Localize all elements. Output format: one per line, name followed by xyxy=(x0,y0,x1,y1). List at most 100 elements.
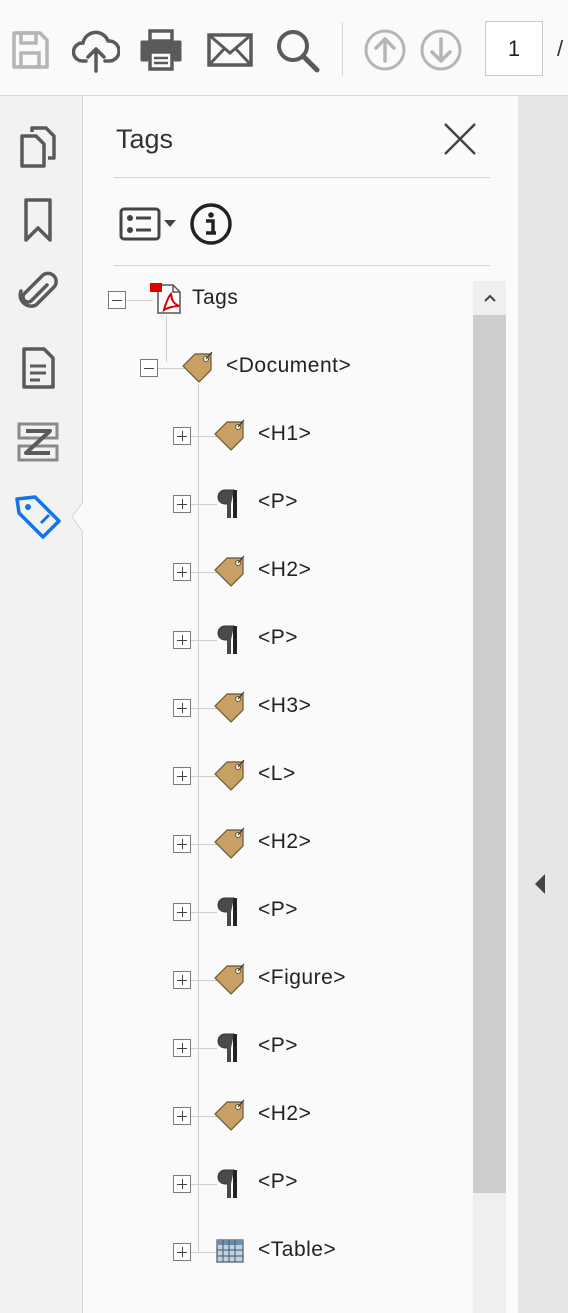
tree-node[interactable]: <H1> xyxy=(83,416,473,456)
order-icon xyxy=(17,422,59,462)
tag-icon xyxy=(181,350,215,384)
tree-node-root[interactable]: Tags xyxy=(83,280,473,320)
tree-node-label: <P> xyxy=(258,1034,299,1057)
expand-toggle[interactable] xyxy=(173,835,191,853)
tree-node[interactable]: <P> xyxy=(83,892,473,932)
page-content-button[interactable] xyxy=(12,342,64,394)
page-down-icon xyxy=(420,29,462,71)
save-button[interactable] xyxy=(6,24,54,76)
order-button[interactable] xyxy=(12,416,64,468)
document-area xyxy=(518,96,568,1313)
expand-toggle[interactable] xyxy=(173,427,191,445)
tree-node-label: <P> xyxy=(258,490,299,513)
print-icon xyxy=(140,29,182,71)
tree-node[interactable]: <H2> xyxy=(83,552,473,592)
tree-node-label: <Figure> xyxy=(258,966,347,989)
collapse-toggle[interactable] xyxy=(140,359,158,377)
tree-node[interactable]: <P> xyxy=(83,484,473,524)
expand-toggle[interactable] xyxy=(173,971,191,989)
attachments-button[interactable] xyxy=(12,266,64,318)
tree-node-label: <H2> xyxy=(258,1102,312,1125)
email-button[interactable] xyxy=(206,24,254,76)
page-thumbnails-button[interactable] xyxy=(12,120,64,172)
table-icon xyxy=(213,1234,247,1268)
previous-page-button[interactable] xyxy=(361,24,409,76)
expand-toggle[interactable] xyxy=(173,495,191,513)
paragraph-icon xyxy=(213,894,247,928)
tag-icon xyxy=(15,495,61,539)
tree-node[interactable]: <H3> xyxy=(83,688,473,728)
tree-node[interactable]: <P> xyxy=(83,1028,473,1068)
tag-icon xyxy=(213,758,247,792)
tree-node-label: <H3> xyxy=(258,694,312,717)
page-separator: / xyxy=(557,36,564,61)
expand-toggle[interactable] xyxy=(173,767,191,785)
tree-node[interactable]: <Table> xyxy=(83,1232,473,1272)
expand-toggle[interactable] xyxy=(173,631,191,649)
tree-node[interactable]: <P> xyxy=(83,620,473,660)
email-icon xyxy=(207,33,253,67)
attachment-icon xyxy=(18,271,58,308)
tag-icon xyxy=(213,826,247,860)
expand-toggle[interactable] xyxy=(173,1175,191,1193)
tree-node-label: <H1> xyxy=(258,422,312,445)
tree-node-label: <Document> xyxy=(226,354,352,377)
tree-node[interactable]: <H2> xyxy=(83,1096,473,1136)
scroll-thumb[interactable] xyxy=(473,315,506,1193)
tags-panel: Tags Tags <Document> <H1> <P> <H2> <P> <H3> <L>… xyxy=(83,96,518,1313)
tree-node-label: <P> xyxy=(258,1170,299,1193)
page-number-value: 1 xyxy=(507,35,521,61)
tree-node-label: <P> xyxy=(258,898,299,921)
collapse-panel-icon[interactable] xyxy=(530,870,550,898)
paragraph-icon xyxy=(213,1166,247,1200)
tag-icon xyxy=(213,962,247,996)
tree-node-label: <H2> xyxy=(258,558,312,581)
document-icon xyxy=(22,347,55,389)
upload-cloud-icon xyxy=(72,30,120,73)
tree-node[interactable]: <L> xyxy=(83,756,473,796)
expand-toggle[interactable] xyxy=(173,563,191,581)
top-toolbar: 1 / xyxy=(0,0,568,96)
panel-divider-2 xyxy=(114,265,490,266)
pdf-icon xyxy=(149,282,183,316)
navigation-rail xyxy=(0,96,84,1313)
page-number-input[interactable]: 1 xyxy=(485,21,543,76)
options-menu-icon[interactable] xyxy=(119,204,181,244)
tag-icon xyxy=(213,554,247,588)
bookmarks-button[interactable] xyxy=(12,194,64,246)
tags-button[interactable] xyxy=(12,490,64,542)
expand-toggle[interactable] xyxy=(173,699,191,717)
page-thumbnails-icon xyxy=(20,126,56,168)
tag-icon xyxy=(213,1098,247,1132)
tree-node-document[interactable]: <Document> xyxy=(83,348,473,388)
tree-node-label: <P> xyxy=(258,626,299,649)
info-icon[interactable] xyxy=(189,202,233,246)
expand-toggle[interactable] xyxy=(173,1243,191,1261)
search-icon xyxy=(277,30,320,73)
panel-title: Tags xyxy=(116,124,174,154)
paragraph-icon xyxy=(213,1030,247,1064)
next-page-button[interactable] xyxy=(417,24,465,76)
tree-node[interactable]: <Figure> xyxy=(83,960,473,1000)
close-icon[interactable] xyxy=(441,120,479,158)
tree-node[interactable]: <P> xyxy=(83,1164,473,1204)
tree-node[interactable]: <H2> xyxy=(83,824,473,864)
tree-node-label: <L> xyxy=(258,762,296,785)
save-icon xyxy=(12,31,49,69)
tree-scrollbar[interactable] xyxy=(473,281,506,1313)
paragraph-icon xyxy=(213,486,247,520)
collapse-toggle[interactable] xyxy=(108,291,126,309)
tree-node-label: Tags xyxy=(192,286,239,309)
paragraph-icon xyxy=(213,622,247,656)
search-button[interactable] xyxy=(273,24,321,76)
scroll-up-button[interactable] xyxy=(473,281,506,315)
chevron-up-icon xyxy=(483,294,496,302)
expand-toggle[interactable] xyxy=(173,1039,191,1057)
print-button[interactable] xyxy=(137,24,185,76)
tree-node-label: <Table> xyxy=(258,1238,337,1261)
upload-button[interactable] xyxy=(72,24,120,76)
tags-tree: Tags <Document> <H1> <P> <H2> <P> <H3> <L> <H2> <… xyxy=(83,276,473,1313)
expand-toggle[interactable] xyxy=(173,1107,191,1125)
expand-toggle[interactable] xyxy=(173,903,191,921)
page-up-icon xyxy=(364,29,406,71)
